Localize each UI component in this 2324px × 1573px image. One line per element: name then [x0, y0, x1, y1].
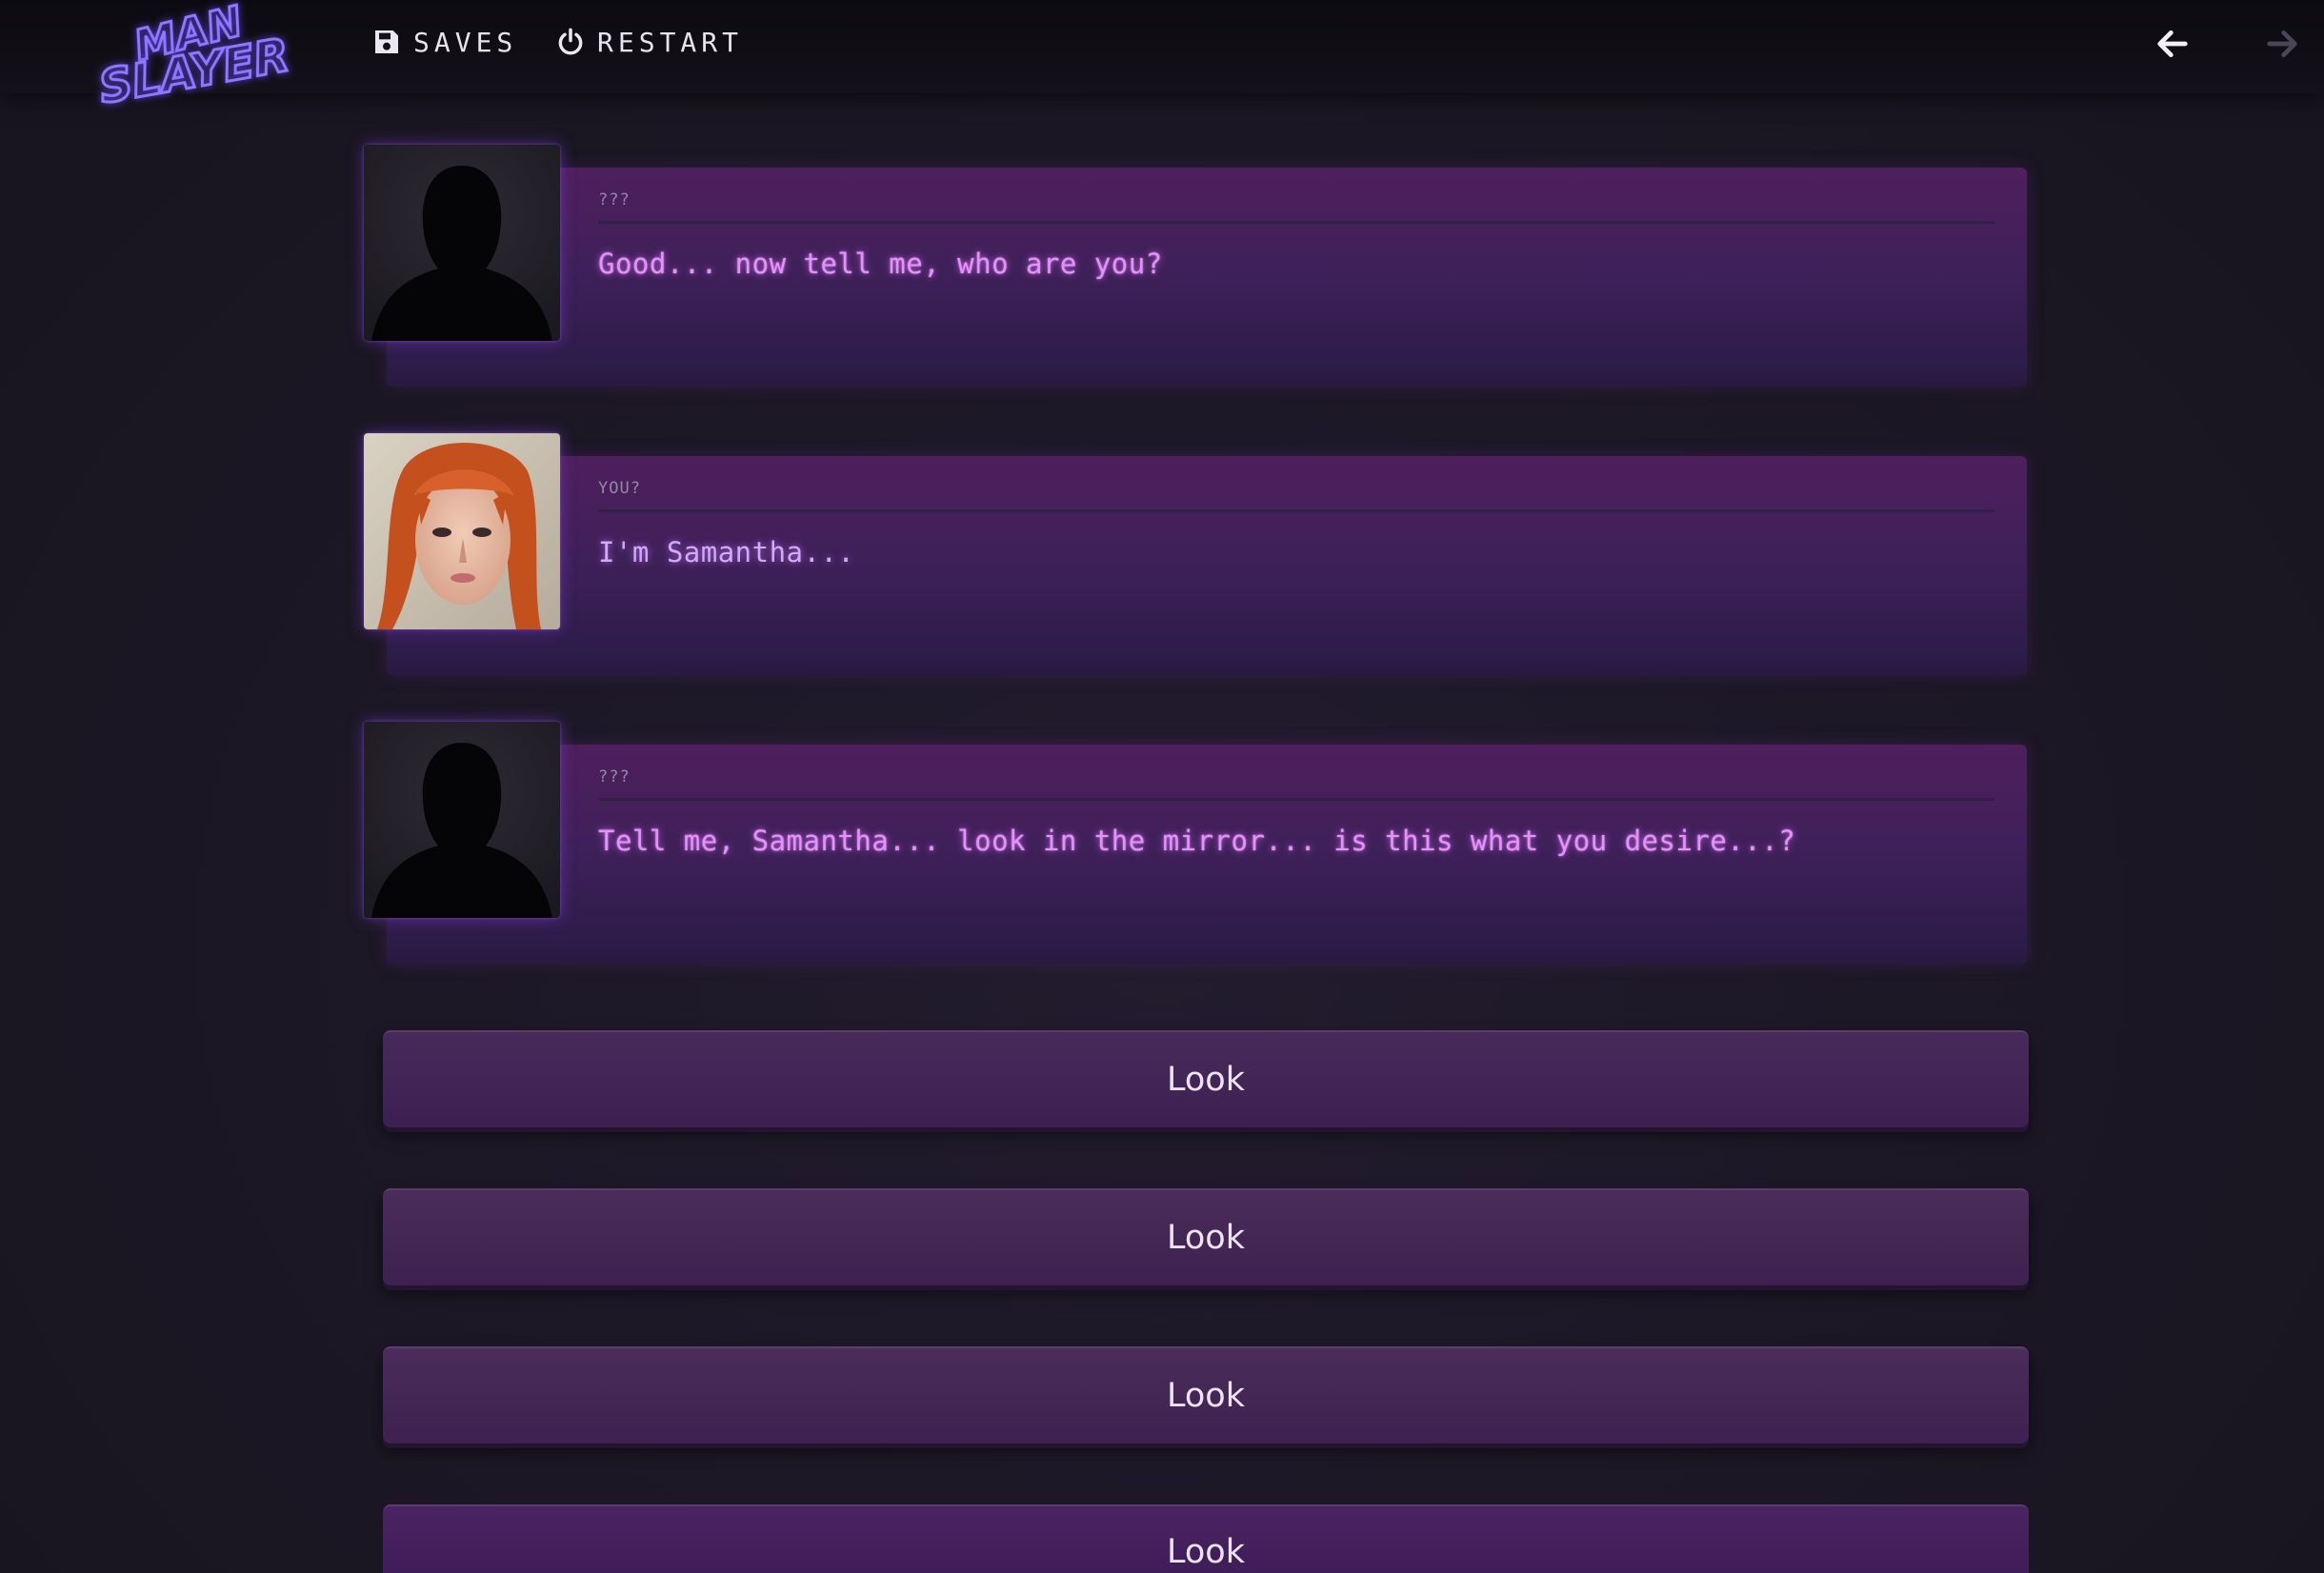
game-logo[interactable]: MAN SLAYER: [93, 0, 295, 116]
dialogue-entry-3: ??? Tell me, Samantha... look in the mir…: [364, 722, 2029, 966]
forward-button[interactable]: [2259, 21, 2305, 67]
back-button[interactable]: [2150, 21, 2195, 67]
samantha-portrait: [364, 433, 560, 629]
speaker-name: YOU?: [598, 479, 641, 498]
choice-label: Look: [1167, 1533, 1245, 1571]
saves-button[interactable]: SAVES: [371, 21, 517, 63]
silhouette-portrait: [364, 722, 560, 918]
silhouette-portrait: [364, 145, 560, 341]
arrow-left-icon: [2157, 30, 2188, 58]
speaker-divider: [598, 221, 1994, 224]
dialogue-text: I'm Samantha...: [598, 536, 855, 568]
dialogue-entry-2: YOU? I'm Samantha...: [364, 433, 2029, 677]
arrow-right-icon: [2267, 30, 2297, 58]
top-bar: MAN SLAYER SAVES RESTART: [0, 0, 2324, 116]
dialogue-entry-1: ??? Good... now tell me, who are you?: [364, 145, 2029, 388]
choice-label: Look: [1167, 1061, 1245, 1099]
choice-label: Look: [1167, 1377, 1245, 1415]
choice-label: Look: [1167, 1219, 1245, 1257]
speaker-name: ???: [598, 190, 631, 209]
dialogue-text: Tell me, Samantha... look in the mirror.…: [598, 825, 1796, 857]
floppy-disk-icon: [375, 30, 398, 53]
restart-label: RESTART: [597, 26, 744, 58]
speaker-divider: [598, 509, 1994, 512]
speaker-divider: [598, 798, 1994, 801]
power-icon: [558, 28, 583, 55]
choice-button-4[interactable]: Look: [383, 1504, 2029, 1573]
speaker-name: ???: [598, 767, 631, 786]
restart-button[interactable]: RESTART: [555, 21, 743, 63]
choice-button-3[interactable]: Look: [383, 1346, 2029, 1444]
dialogue-text: Good... now tell me, who are you?: [598, 248, 1163, 280]
saves-label: SAVES: [413, 26, 518, 58]
choice-button-1[interactable]: Look: [383, 1030, 2029, 1127]
choice-button-2[interactable]: Look: [383, 1188, 2029, 1285]
